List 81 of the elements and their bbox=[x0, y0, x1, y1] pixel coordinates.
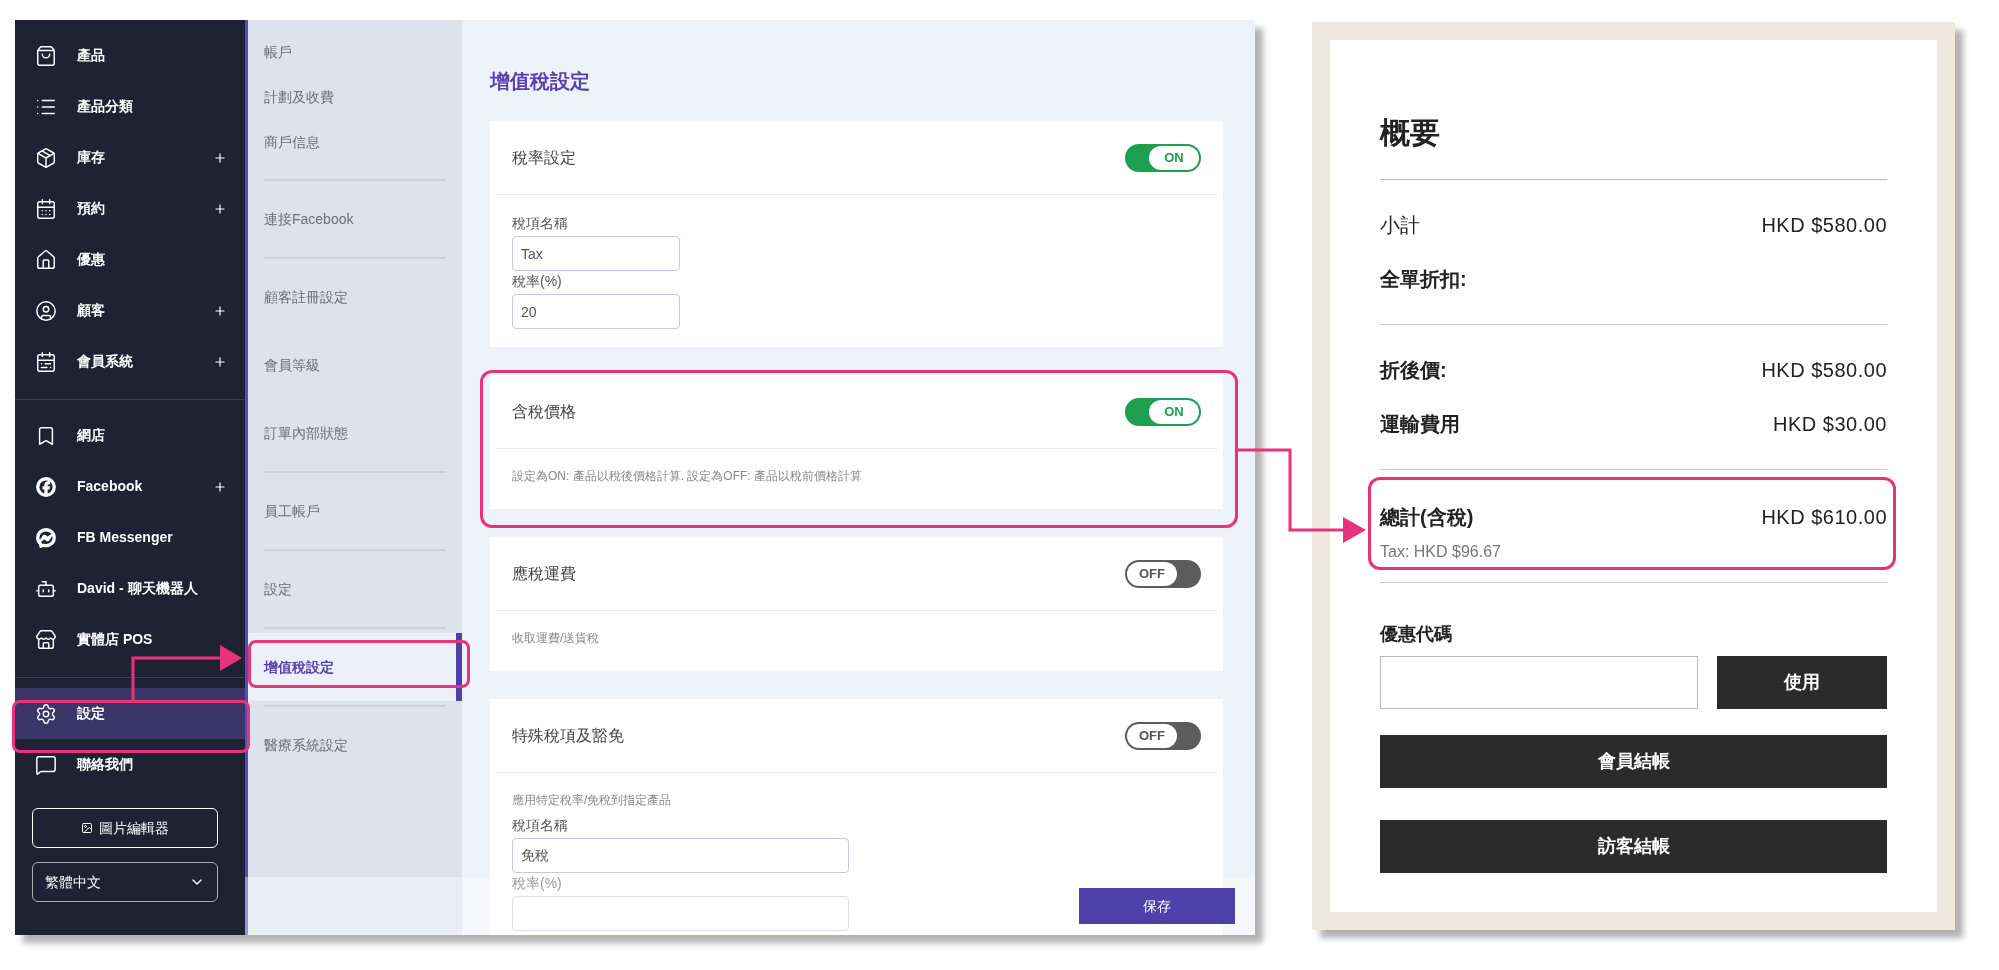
settings-nav-item[interactable]: 商戶信息 bbox=[264, 120, 446, 165]
settings-nav-item[interactable]: 員工帳戶 bbox=[264, 477, 446, 545]
settings-nav-item[interactable]: 帳戶 bbox=[264, 30, 446, 75]
plus-icon bbox=[213, 479, 227, 494]
tax-note: Tax: HKD $96.67 bbox=[1380, 542, 1502, 562]
settings-nav-item[interactable]: 顧客註冊設定 bbox=[264, 263, 446, 331]
apply-button[interactable]: 使用 bbox=[1717, 656, 1887, 709]
settings-nav-item[interactable]: 增值稅設定 bbox=[248, 633, 462, 701]
summary-label: 運輸費用 bbox=[1380, 412, 1460, 437]
field-label: 稅項名稱 bbox=[512, 816, 569, 835]
facebook-icon bbox=[35, 475, 57, 498]
card-description: 設定為ON: 產品以稅後價格計算. 設定為OFF: 產品以稅前價格計算 bbox=[512, 468, 863, 485]
settings-nav-item[interactable]: 訂單內部狀態 bbox=[264, 399, 446, 467]
card-title: 含稅價格 bbox=[512, 401, 576, 422]
input-field[interactable] bbox=[512, 896, 849, 931]
plus-icon bbox=[213, 303, 227, 318]
plus-icon bbox=[213, 354, 227, 369]
toggle-switch[interactable]: OFF bbox=[1125, 559, 1201, 588]
card-description: 應用特定稅率/免稅到指定產品 bbox=[512, 792, 673, 809]
image-icon bbox=[81, 822, 93, 834]
sidebar-item[interactable]: 會員系統 bbox=[15, 336, 245, 387]
card-title: 應稅運費 bbox=[512, 563, 576, 584]
checkout-button[interactable]: 訪客結帳 bbox=[1380, 820, 1887, 873]
box-icon bbox=[35, 146, 57, 169]
summary-value: HKD $580.00 bbox=[1761, 213, 1887, 238]
settings-nav-item[interactable]: 會員等級 bbox=[264, 331, 446, 399]
summary-value: HKD $30.00 bbox=[1773, 412, 1887, 437]
coupon-label: 優惠代碼 bbox=[1380, 623, 1453, 646]
settings-nav-item[interactable]: 醫療系統設定 bbox=[264, 711, 446, 779]
total-value: HKD $610.00 bbox=[1761, 505, 1887, 530]
plus-icon bbox=[213, 150, 227, 165]
shopping-bag-icon bbox=[35, 44, 57, 67]
field-label: 稅項名稱 bbox=[512, 214, 569, 233]
page-title: 增值稅設定 bbox=[490, 69, 591, 94]
field-label: 稅率(%) bbox=[512, 272, 563, 291]
house-icon bbox=[35, 248, 57, 271]
field-label: 稅率(%) bbox=[512, 874, 563, 893]
input-field[interactable]: Tax bbox=[512, 236, 680, 271]
input-field[interactable]: 免稅 bbox=[512, 838, 849, 873]
user-icon bbox=[35, 299, 57, 322]
settings-nav-item[interactable]: 設定 bbox=[264, 555, 446, 623]
calendar-icon bbox=[35, 350, 57, 373]
card-title: 特殊稅項及豁免 bbox=[512, 725, 624, 746]
messenger-icon bbox=[35, 526, 57, 549]
sidebar-item[interactable]: 優惠 bbox=[15, 234, 245, 285]
sidebar-item[interactable]: 網店 bbox=[15, 410, 245, 461]
coupon-input[interactable] bbox=[1380, 656, 1698, 709]
sidebar-item[interactable]: Facebook bbox=[15, 461, 245, 512]
sidebar-item[interactable]: FB Messenger bbox=[15, 512, 245, 563]
sidebar-item[interactable]: David - 聊天機器人 bbox=[15, 563, 245, 614]
image-editor-button[interactable]: 圖片編輯器 bbox=[32, 808, 218, 848]
checkout-button[interactable]: 會員結帳 bbox=[1380, 735, 1887, 788]
settings-nav-item[interactable]: 連接Facebook bbox=[264, 185, 446, 253]
calendar-icon bbox=[35, 197, 57, 220]
summary-label: 折後價: bbox=[1380, 358, 1447, 383]
sidebar-item[interactable]: 顧客 bbox=[15, 285, 245, 336]
sidebar-item[interactable]: 產品 bbox=[15, 30, 245, 81]
input-field[interactable]: 20 bbox=[512, 294, 680, 329]
card-title: 稅率設定 bbox=[512, 147, 576, 168]
toggle-switch[interactable]: ON bbox=[1125, 397, 1201, 426]
card-description: 收取運費/送貨稅 bbox=[512, 630, 601, 647]
summary-title: 概要 bbox=[1380, 110, 1887, 180]
language-select[interactable]: 繁體中文 bbox=[32, 862, 218, 902]
toggle-switch[interactable]: OFF bbox=[1125, 721, 1201, 750]
sidebar-item[interactable]: 實體店 POS bbox=[15, 614, 245, 665]
sidebar-item[interactable]: 庫存 bbox=[15, 132, 245, 183]
settings-nav-item[interactable]: 計劃及收費 bbox=[264, 75, 446, 120]
sidebar-item[interactable]: 預約 bbox=[15, 183, 245, 234]
sidebar-item[interactable]: 設定 bbox=[15, 688, 245, 739]
sidebar-item[interactable]: 產品分類 bbox=[15, 81, 245, 132]
toggle-switch[interactable]: ON bbox=[1125, 143, 1201, 172]
total-label: 總計(含稅) bbox=[1380, 505, 1474, 530]
help-icon bbox=[35, 753, 57, 776]
plus-icon bbox=[213, 201, 227, 216]
store-icon bbox=[35, 628, 57, 651]
summary-value: HKD $580.00 bbox=[1761, 358, 1887, 383]
summary-label: 全單折扣: bbox=[1380, 267, 1467, 292]
sidebar-item[interactable]: 聯絡我們 bbox=[15, 739, 245, 790]
summary-label: 小計 bbox=[1380, 213, 1420, 238]
save-button[interactable]: 保存 bbox=[1079, 888, 1235, 924]
settings-icon bbox=[35, 702, 57, 725]
